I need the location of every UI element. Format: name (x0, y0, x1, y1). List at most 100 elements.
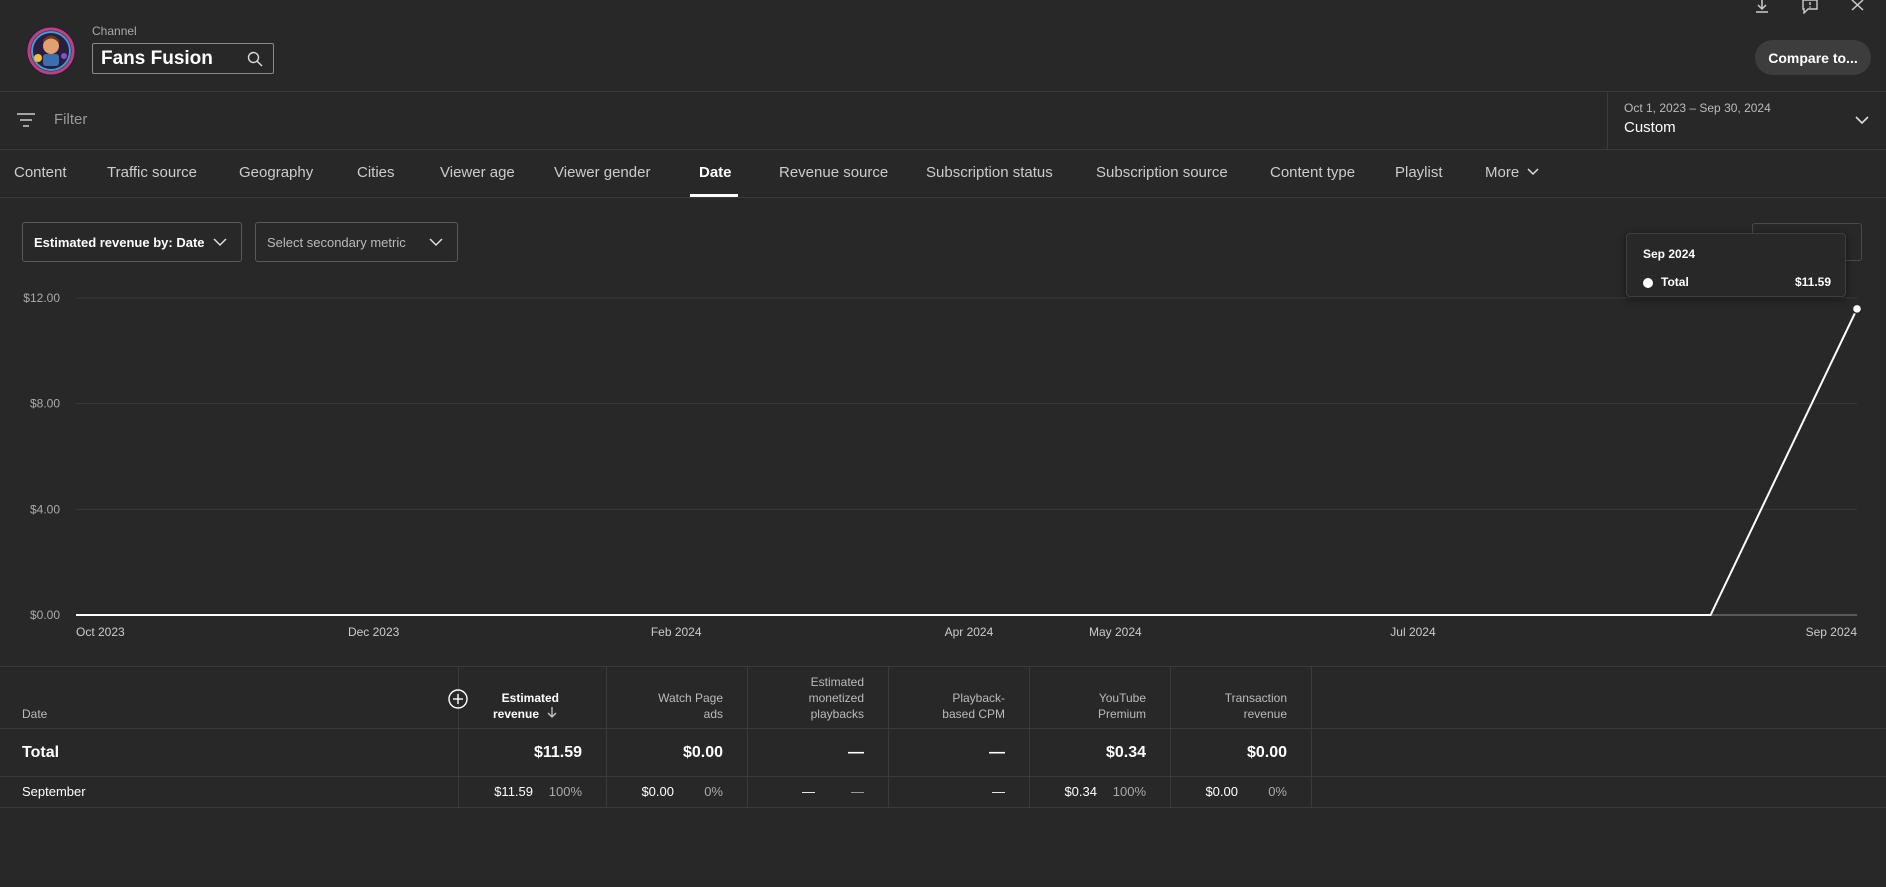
x-tick-label: Apr 2024 (945, 625, 994, 639)
column-header-transaction-revenue[interactable]: Transaction revenue (1167, 690, 1287, 722)
tab-subscription-status[interactable]: Subscription status (926, 164, 1053, 181)
header-line: monetized (808, 691, 864, 705)
x-tick-label: Oct 2023 (76, 625, 125, 639)
primary-metric-select[interactable]: Estimated revenue by: Date (22, 222, 242, 262)
y-tick-label: $12.00 (23, 291, 60, 305)
table-divider (0, 666, 1886, 667)
channel-avatar[interactable] (26, 26, 76, 76)
close-icon[interactable] (1848, 0, 1868, 14)
header-line: Estimated (810, 675, 864, 689)
revenue-line-chart: $0.00 $4.00 $8.00 $12.00 Oct 2023 Dec 2023 Fe… (23, 291, 1863, 639)
tab-viewer-gender[interactable]: Viewer gender (554, 164, 650, 181)
column-header-youtube-premium[interactable]: YouTube Premium (1026, 690, 1146, 722)
primary-metric-label: Estimated revenue by: Date (34, 234, 205, 250)
tooltip-title: Sep 2024 (1643, 247, 1696, 261)
series-line-total (76, 308, 1858, 616)
row-transaction-revenue: $0.00 (1205, 784, 1238, 799)
total-watch-page-ads: $0.00 (682, 744, 723, 761)
row-estimated-revenue: $11.59 (494, 784, 533, 799)
filter-bar: Filter Oct 1, 2023 – Sep 30, 2024 Custom (0, 92, 1886, 150)
chevron-down-icon (1527, 168, 1539, 176)
y-tick-label: $0.00 (30, 608, 60, 622)
tab-traffic-source[interactable]: Traffic source (107, 164, 197, 181)
column-divider (606, 666, 607, 807)
tab-viewer-age[interactable]: Viewer age (440, 164, 515, 181)
dimension-tabs: Content Traffic source Geography Cities … (0, 150, 1886, 198)
column-header-watch-page-ads[interactable]: Watch Page ads (603, 690, 723, 722)
active-tab-indicator (690, 194, 738, 197)
search-icon[interactable] (247, 51, 263, 67)
header-bar: Channel Fans Fusion Compare to... (0, 0, 1886, 92)
chart-y-ticks: $0.00 $4.00 $8.00 $12.00 (23, 291, 60, 622)
date-column-header[interactable]: Date (22, 706, 47, 722)
channel-selector[interactable]: Fans Fusion (92, 43, 274, 74)
header-line: Premium (1097, 707, 1146, 721)
compare-button[interactable]: Compare to... (1755, 40, 1871, 75)
chart-series (76, 303, 1863, 616)
header-line: Playback- (952, 691, 1005, 705)
total-youtube-premium: $0.34 (1105, 744, 1146, 761)
column-divider (1170, 666, 1171, 807)
row-playback-cpm: — (992, 784, 1005, 799)
y-tick-label: $4.00 (30, 502, 60, 516)
series-point-highlight[interactable] (1851, 303, 1863, 315)
filter-input[interactable]: Filter (54, 111, 87, 128)
header-line-text: revenue (492, 707, 539, 721)
table-row-label[interactable]: September (22, 784, 86, 799)
header-line: revenue (439, 706, 559, 722)
column-divider (458, 666, 459, 807)
download-icon[interactable] (1752, 0, 1772, 14)
secondary-metric-label: Select secondary metric (267, 234, 406, 250)
total-row-label: Total (22, 744, 60, 761)
tab-content[interactable]: Content (14, 164, 67, 181)
tooltip-value: $11.59 (1794, 275, 1831, 289)
tab-revenue-source[interactable]: Revenue source (779, 164, 888, 181)
header-line: playbacks (810, 707, 864, 721)
avatar-image (26, 26, 76, 76)
sort-descending-icon (547, 707, 557, 718)
total-monetized-playbacks: — (848, 744, 864, 761)
tab-playlist[interactable]: Playlist (1395, 164, 1443, 181)
header-line: Transaction (1224, 691, 1287, 705)
channel-label: Channel (92, 24, 137, 38)
tab-date[interactable]: Date (699, 164, 732, 181)
chevron-down-icon (429, 238, 443, 247)
column-divider (1029, 666, 1030, 807)
tooltip-series-dot (1643, 278, 1653, 288)
row-youtube-premium-pct: 100% (1112, 784, 1146, 799)
column-header-monetized-playbacks[interactable]: Estimated monetized playbacks (744, 674, 864, 722)
total-estimated-revenue: $11.59 (533, 744, 582, 761)
total-playback-cpm: — (989, 744, 1005, 761)
tab-content-type[interactable]: Content type (1270, 164, 1355, 181)
column-header-estimated-revenue[interactable]: Estimated revenue (439, 690, 559, 722)
header-line: revenue (1243, 707, 1287, 721)
table-divider (0, 728, 1886, 729)
filter-icon[interactable] (16, 112, 36, 128)
date-range-picker[interactable]: Oct 1, 2023 – Sep 30, 2024 Custom (1607, 92, 1886, 150)
row-monetized-playbacks: — (802, 784, 815, 799)
x-tick-label: Dec 2023 (348, 625, 400, 639)
row-transaction-revenue-pct: 0% (1268, 784, 1287, 799)
table-divider (0, 776, 1886, 777)
column-header-playback-cpm[interactable]: Playback- based CPM (885, 690, 1005, 722)
tab-cities[interactable]: Cities (357, 164, 395, 181)
chart-x-ticks: Oct 2023 Dec 2023 Feb 2024 Apr 2024 May 2024… (76, 625, 1857, 639)
row-watch-page-ads: $0.00 (641, 784, 674, 799)
secondary-metric-select[interactable]: Select secondary metric (255, 222, 458, 262)
tab-more-label: More (1485, 164, 1520, 181)
tab-geography[interactable]: Geography (239, 164, 313, 181)
channel-name: Fans Fusion (101, 47, 213, 69)
column-divider (888, 666, 889, 807)
feedback-icon[interactable] (1800, 0, 1820, 14)
header-line: ads (703, 707, 723, 721)
chevron-down-icon (213, 238, 227, 247)
x-tick-label: May 2024 (1089, 625, 1142, 639)
data-table: Date Estimated revenue Watch Page ads Es… (0, 666, 1886, 808)
chart-gridlines (76, 297, 1857, 616)
tab-more[interactable]: More (1485, 164, 1539, 181)
chevron-down-icon (1855, 116, 1869, 125)
header-line: Estimated (501, 691, 559, 705)
table-divider (0, 807, 1886, 808)
tooltip-series-label: Total (1661, 275, 1689, 289)
tab-subscription-source[interactable]: Subscription source (1096, 164, 1228, 181)
